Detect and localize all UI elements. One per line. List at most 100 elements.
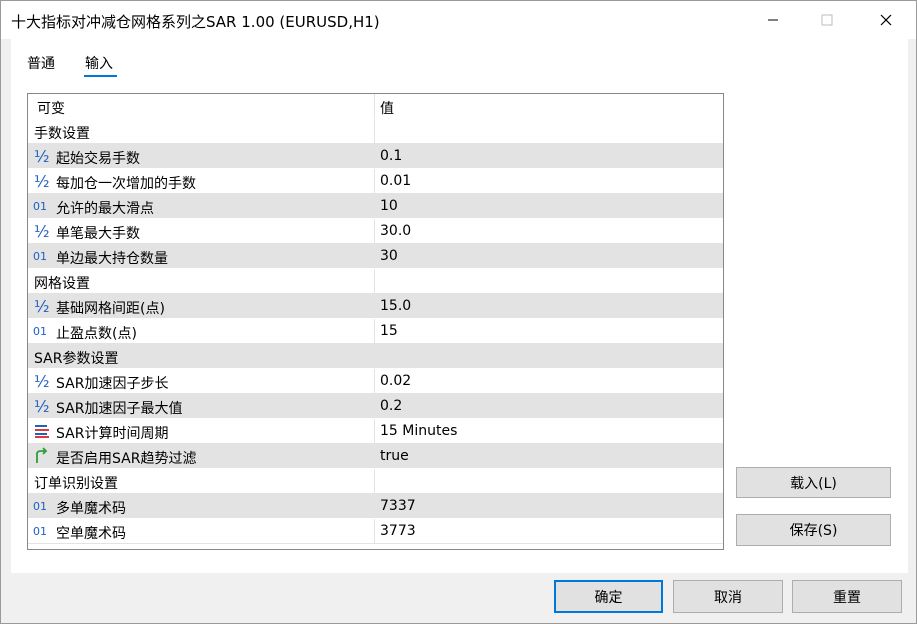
parameter-name: 允许的最大滑点	[56, 201, 154, 217]
parameter-row[interactable]: ½ 每加仓一次增加的手数 0.01	[28, 169, 723, 194]
parameter-row[interactable]: 01 空单魔术码 3773	[28, 519, 723, 544]
parameter-value[interactable]: 3773	[380, 523, 416, 539]
name-cell: 01 空单魔术码	[28, 519, 375, 543]
group-row[interactable]: SAR参数设置	[28, 344, 723, 369]
parameter-value[interactable]: 30.0	[380, 223, 411, 239]
parameter-name: SAR加速因子最大值	[56, 401, 183, 417]
fraction-icon: ½	[33, 297, 51, 316]
integer-icon: 01	[33, 197, 51, 215]
tab-content: 普通 输入 可变 值 手数设置 ½ 起始交易手数 0.1 ½ 每加仓一次增加的手数 0.01…	[11, 39, 908, 573]
footer: 确定 取消 重置	[1, 573, 916, 623]
parameter-name: 手数设置	[34, 126, 90, 142]
grid-header: 可变 值	[28, 94, 723, 119]
parameter-value[interactable]: 15	[380, 323, 398, 339]
svg-text:01: 01	[33, 250, 47, 263]
fraction-icon: ½	[33, 222, 51, 241]
integer-icon: 01	[33, 247, 51, 265]
parameter-row[interactable]: 01 允许的最大滑点 10	[28, 194, 723, 219]
tab-general[interactable]: 普通	[27, 53, 55, 73]
name-cell: SAR参数设置	[28, 344, 375, 368]
name-cell: 订单识别设置	[28, 469, 375, 493]
group-row[interactable]: 手数设置	[28, 119, 723, 144]
parameter-row[interactable]: ½ SAR加速因子步长 0.02	[28, 369, 723, 394]
svg-text:½: ½	[34, 397, 50, 415]
parameter-value[interactable]: 0.02	[380, 373, 411, 389]
active-tab-indicator	[84, 75, 117, 77]
parameter-value[interactable]: 0.1	[380, 148, 402, 164]
save-button[interactable]: 保存(S)	[736, 514, 891, 546]
reset-button[interactable]: 重置	[792, 580, 902, 613]
name-cell: ½ SAR加速因子最大值	[28, 394, 375, 418]
name-cell: 01 多单魔术码	[28, 494, 375, 518]
maximize-button[interactable]	[804, 1, 850, 39]
name-cell: 01 单边最大持仓数量	[28, 244, 375, 268]
enum-icon	[33, 422, 51, 440]
parameter-name: 多单魔术码	[56, 501, 126, 517]
cancel-button[interactable]: 取消	[673, 580, 783, 613]
fraction-icon: ½	[33, 372, 51, 391]
parameter-row[interactable]: ½ 基础网格间距(点) 15.0	[28, 294, 723, 319]
column-header-value: 值	[380, 101, 394, 117]
svg-text:½: ½	[34, 172, 50, 190]
parameter-value[interactable]: 15 Minutes	[380, 423, 457, 439]
minimize-icon	[768, 19, 778, 21]
parameter-name: 基础网格间距(点)	[56, 301, 165, 317]
parameter-name: 空单魔术码	[56, 526, 126, 542]
name-cell: ½ 单笔最大手数	[28, 219, 375, 243]
fraction-icon: ½	[33, 147, 51, 166]
svg-text:01: 01	[33, 200, 47, 213]
name-cell: 01 允许的最大滑点	[28, 194, 375, 218]
name-cell: 手数设置	[28, 119, 375, 143]
parameter-value[interactable]: 15.0	[380, 298, 411, 314]
close-button[interactable]	[863, 1, 909, 39]
parameter-name: SAR参数设置	[34, 351, 119, 367]
integer-icon: 01	[33, 322, 51, 340]
group-row[interactable]: 订单识别设置	[28, 469, 723, 494]
name-cell: SAR计算时间周期	[28, 419, 375, 443]
fraction-icon: ½	[33, 172, 51, 191]
parameter-value[interactable]: 0.01	[380, 173, 411, 189]
minimize-button[interactable]	[750, 1, 796, 39]
name-cell: ½ 每加仓一次增加的手数	[28, 169, 375, 193]
svg-text:½: ½	[34, 372, 50, 390]
parameter-value[interactable]: true	[380, 448, 409, 464]
parameter-value[interactable]: 0.2	[380, 398, 402, 414]
fraction-icon: ½	[33, 397, 51, 416]
parameter-value[interactable]: 10	[380, 198, 398, 214]
parameter-name: 单边最大持仓数量	[56, 251, 168, 267]
dialog-window: 十大指标对冲减仓网格系列之SAR 1.00 (EURUSD,H1) 普通 输入 …	[0, 0, 917, 624]
parameter-row[interactable]: ½ 单笔最大手数 30.0	[28, 219, 723, 244]
parameter-value[interactable]: 7337	[380, 498, 416, 514]
parameter-name: SAR计算时间周期	[56, 426, 169, 442]
ok-button[interactable]: 确定	[554, 580, 663, 613]
maximize-icon	[821, 14, 833, 26]
title-bar: 十大指标对冲减仓网格系列之SAR 1.00 (EURUSD,H1)	[1, 1, 916, 39]
svg-text:½: ½	[34, 297, 50, 315]
parameter-name: 网格设置	[34, 276, 90, 292]
parameter-row[interactable]: 01 止盈点数(点) 15	[28, 319, 723, 344]
parameter-value[interactable]: 30	[380, 248, 398, 264]
parameter-row[interactable]: 是否启用SAR趋势过滤 true	[28, 444, 723, 469]
parameter-row[interactable]: SAR计算时间周期 15 Minutes	[28, 419, 723, 444]
header-name-cell: 可变	[28, 94, 375, 118]
name-cell: 01 止盈点数(点)	[28, 319, 375, 343]
group-row[interactable]: 网格设置	[28, 269, 723, 294]
load-button[interactable]: 载入(L)	[736, 467, 891, 498]
tab-inputs[interactable]: 输入	[85, 53, 113, 73]
name-cell: 网格设置	[28, 269, 375, 293]
parameter-name: 每加仓一次增加的手数	[56, 176, 196, 192]
parameter-row[interactable]: 01 单边最大持仓数量 30	[28, 244, 723, 269]
parameter-name: 是否启用SAR趋势过滤	[56, 451, 197, 467]
parameter-row[interactable]: ½ 起始交易手数 0.1	[28, 144, 723, 169]
bool-icon	[33, 447, 51, 465]
parameter-name: 止盈点数(点)	[56, 326, 137, 342]
integer-icon: 01	[33, 497, 51, 515]
parameter-name: SAR加速因子步长	[56, 376, 169, 392]
svg-text:½: ½	[34, 147, 50, 165]
parameters-grid[interactable]: 可变 值 手数设置 ½ 起始交易手数 0.1 ½ 每加仓一次增加的手数 0.01 01 允许的最…	[27, 93, 724, 550]
name-cell: ½ 基础网格间距(点)	[28, 294, 375, 318]
svg-text:01: 01	[33, 525, 47, 538]
parameter-row[interactable]: 01 多单魔术码 7337	[28, 494, 723, 519]
parameter-row[interactable]: ½ SAR加速因子最大值 0.2	[28, 394, 723, 419]
close-icon	[880, 14, 892, 26]
